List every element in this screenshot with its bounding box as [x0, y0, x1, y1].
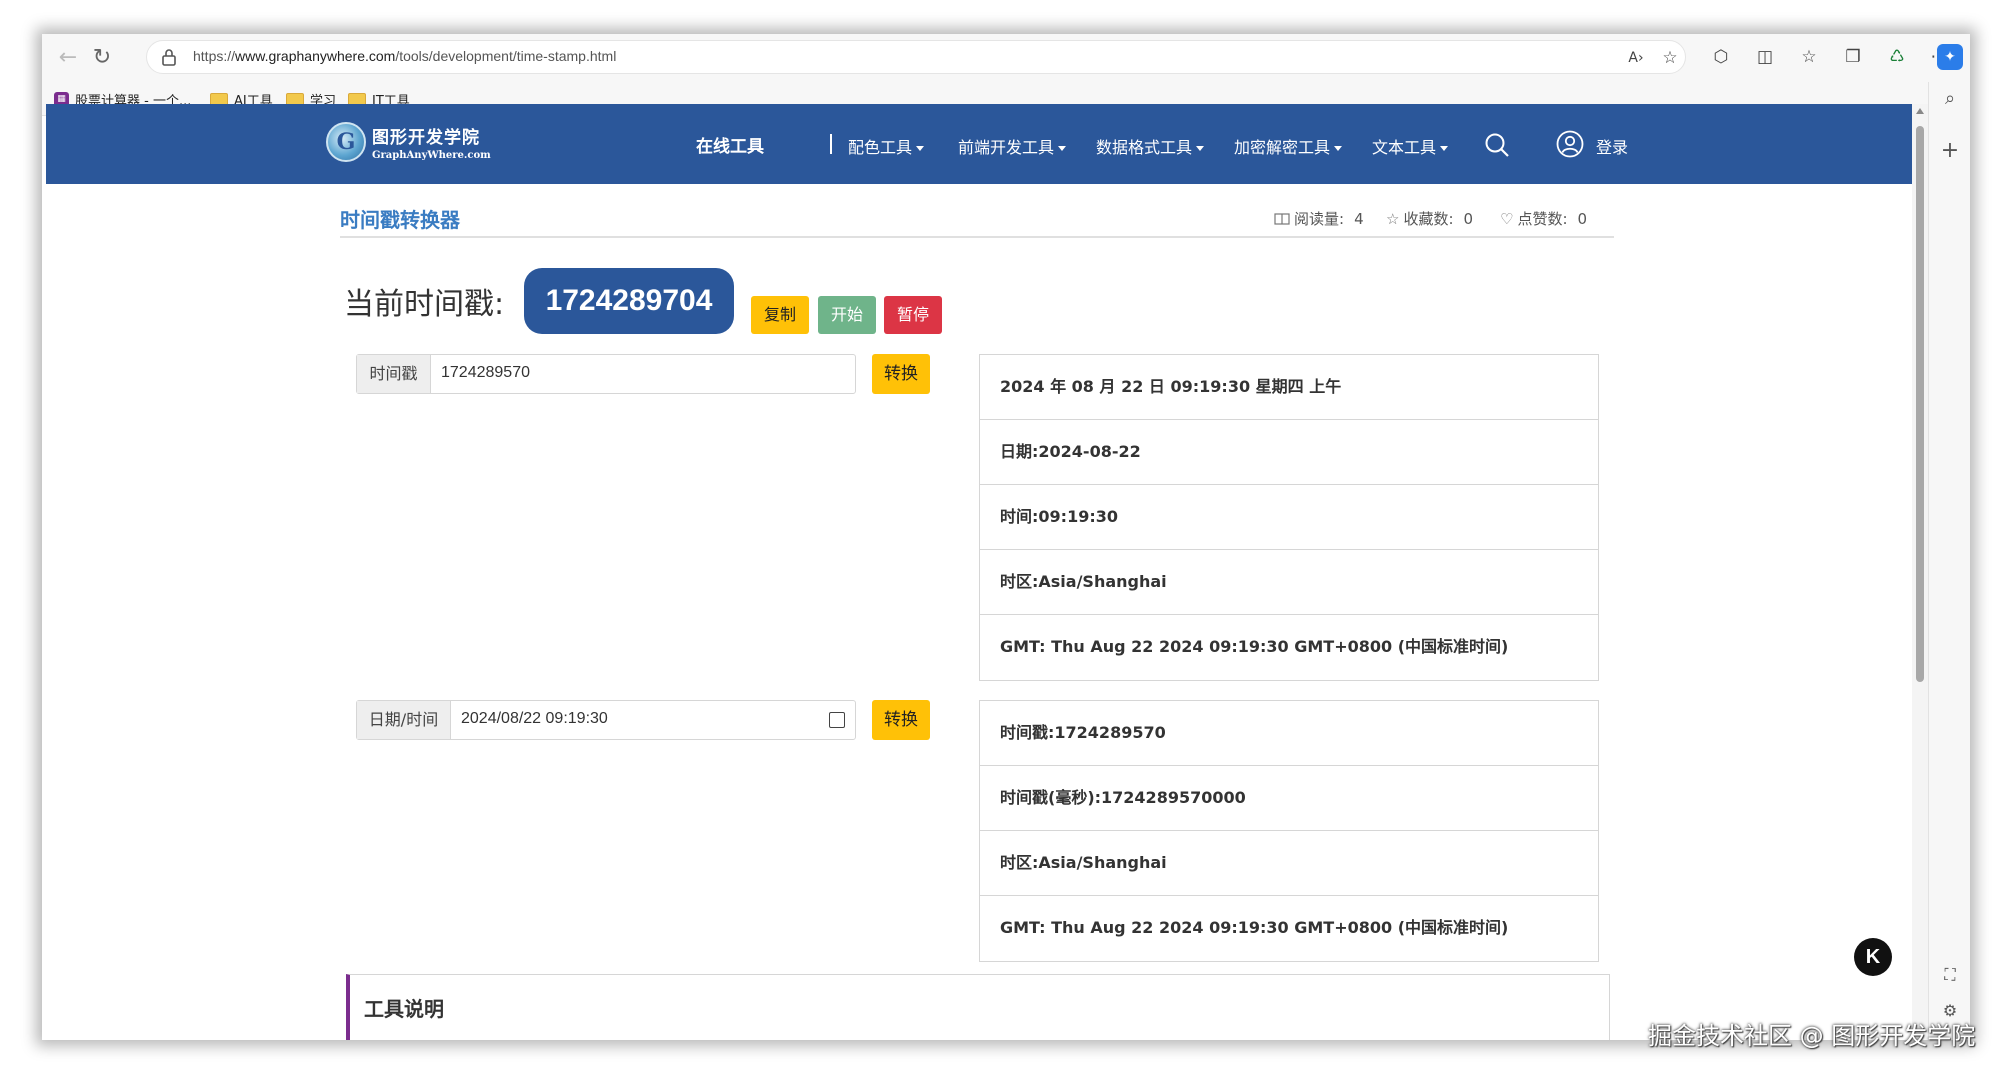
tool-description-panel: 工具说明 — [346, 974, 1610, 1040]
datetime-input[interactable]: 2024/08/22 09:19:30 — [461, 710, 608, 728]
favorites-icon[interactable]: ☆ — [1796, 44, 1822, 70]
nav-divider — [830, 134, 832, 154]
nav-text-tools[interactable]: 文本工具 — [1372, 134, 1449, 158]
search-icon[interactable] — [1484, 132, 1510, 158]
timestamp-input-group: 时间戳 1724289570 — [356, 354, 856, 394]
refresh-icon[interactable]: ↻ — [88, 44, 116, 72]
result-timezone: 时区:Asia/Shanghai — [980, 550, 1598, 615]
caret-down-icon — [1058, 146, 1067, 151]
favorite-count[interactable]: ☆ 收藏数: 0 — [1386, 208, 1473, 229]
nav-data-format-tools[interactable]: 数据格式工具 — [1096, 134, 1205, 158]
like-count[interactable]: ♡ 点赞数: 0 — [1500, 208, 1587, 229]
current-timestamp-label: 当前时间戳: — [344, 287, 505, 322]
datetime-input-group: 日期/时间 2024/08/22 09:19:30 — [356, 700, 856, 740]
extension-green-icon[interactable]: ♺ — [1884, 44, 1910, 70]
split-screen-icon[interactable]: ◫ — [1752, 44, 1778, 70]
browser-toolbar: ← ↻ https://www.graphanywhere.com/tools/… — [42, 34, 1970, 82]
logo-subtitle: GraphAnyWhere.com — [372, 150, 491, 161]
back-icon[interactable]: ← — [54, 44, 82, 72]
caret-down-icon — [1334, 146, 1343, 151]
favorite-star-icon[interactable]: ☆ — [1657, 45, 1683, 71]
copy-button[interactable]: 复制 — [751, 296, 809, 334]
browser-sidebar: ✦ ⌕ + ⛶ ⚙ — [1928, 44, 1970, 1040]
start-button[interactable]: 开始 — [818, 296, 876, 334]
convert-timestamp-button[interactable]: 转换 — [872, 354, 930, 394]
title-row: 时间戳转换器 阅读量: 4 ☆ 收藏数: 0 ♡ 点赞数: 0 — [340, 200, 1614, 238]
browser-window: ← ↻ https://www.graphanywhere.com/tools/… — [42, 34, 1970, 1040]
timestamp-result-panel: 2024 年 08 月 22 日 09:19:30 星期四 上午 日期:2024… — [979, 354, 1599, 681]
logo-icon: G — [326, 122, 366, 162]
copilot-icon[interactable]: ✦ — [1937, 44, 1963, 70]
scroll-up-icon[interactable] — [1916, 108, 1924, 114]
result-gmt: GMT: Thu Aug 22 2024 09:19:30 GMT+0800 (… — [1000, 918, 1509, 937]
login-link[interactable]: 登录 — [1596, 134, 1628, 158]
nav-online-tools[interactable]: 在线工具 — [696, 132, 764, 157]
heart-icon: ♡ — [1500, 209, 1514, 228]
page-scrollbar[interactable] — [1912, 104, 1928, 1040]
scroll-thumb[interactable] — [1916, 126, 1924, 682]
datetime-input-label: 日期/时间 — [357, 701, 451, 739]
url-text: https://www.graphanywhere.com/tools/deve… — [193, 48, 617, 64]
sidebar-search-icon[interactable]: ⌕ — [1937, 86, 1963, 112]
caret-down-icon — [1196, 146, 1205, 151]
result-timestamp: 时间戳:1724289570 — [980, 701, 1598, 766]
read-count: 阅读量: 4 — [1274, 208, 1364, 229]
watermark-text: 掘金技术社区 @ 图形开发学院 — [1648, 1022, 1976, 1050]
address-bar[interactable]: https://www.graphanywhere.com/tools/deve… — [146, 40, 1686, 74]
lock-icon — [162, 49, 176, 66]
tool-description-title: 工具说明 — [364, 997, 444, 1021]
book-icon — [1274, 212, 1290, 225]
page-title: 时间戳转换器 — [340, 208, 460, 232]
star-icon: ☆ — [1386, 209, 1400, 228]
site-logo[interactable]: G 图形开发学院 GraphAnyWhere.com — [326, 122, 491, 162]
result-full-datetime: 2024 年 08 月 22 日 09:19:30 星期四 上午 — [980, 355, 1598, 420]
convert-datetime-button[interactable]: 转换 — [872, 700, 930, 740]
user-icon[interactable] — [1556, 130, 1584, 158]
nav-color-tools[interactable]: 配色工具 — [848, 134, 925, 158]
pause-button[interactable]: 暂停 — [884, 296, 942, 334]
caret-down-icon — [1440, 146, 1449, 151]
read-aloud-icon[interactable]: A› — [1623, 45, 1649, 71]
collections-icon[interactable]: ❐ — [1840, 44, 1866, 70]
result-time: 时间:09:19:30 — [980, 485, 1598, 550]
logo-title: 图形开发学院 — [372, 128, 480, 148]
nav-crypto-tools[interactable]: 加密解密工具 — [1234, 134, 1343, 158]
timestamp-input-label: 时间戳 — [357, 355, 431, 393]
result-gmt: GMT: Thu Aug 22 2024 09:19:30 GMT+0800 (… — [1000, 637, 1509, 656]
screenshot-icon[interactable]: ⛶ — [1937, 962, 1963, 988]
calendar-icon[interactable] — [829, 712, 845, 728]
page-viewport: G 图形开发学院 GraphAnyWhere.com 在线工具 配色工具 前端开… — [46, 104, 1912, 1040]
add-sidebar-app-icon[interactable]: + — [1937, 138, 1963, 164]
current-timestamp-value: 1724289704 — [524, 268, 734, 334]
timestamp-input[interactable]: 1724289570 — [441, 364, 530, 382]
caret-down-icon — [916, 146, 925, 151]
datetime-result-panel: 时间戳:1724289570 时间戳(毫秒):1724289570000 时区:… — [979, 700, 1599, 962]
result-timezone: 时区:Asia/Shanghai — [980, 831, 1598, 896]
nav-frontend-tools[interactable]: 前端开发工具 — [958, 134, 1067, 158]
site-header: G 图形开发学院 GraphAnyWhere.com 在线工具 配色工具 前端开… — [46, 104, 1912, 184]
extensions-icon[interactable]: ⬡ — [1708, 44, 1734, 70]
floating-k-button[interactable]: K — [1854, 938, 1892, 976]
result-timestamp-ms: 时间戳(毫秒):1724289570000 — [980, 766, 1598, 831]
result-date: 日期:2024-08-22 — [980, 420, 1598, 485]
